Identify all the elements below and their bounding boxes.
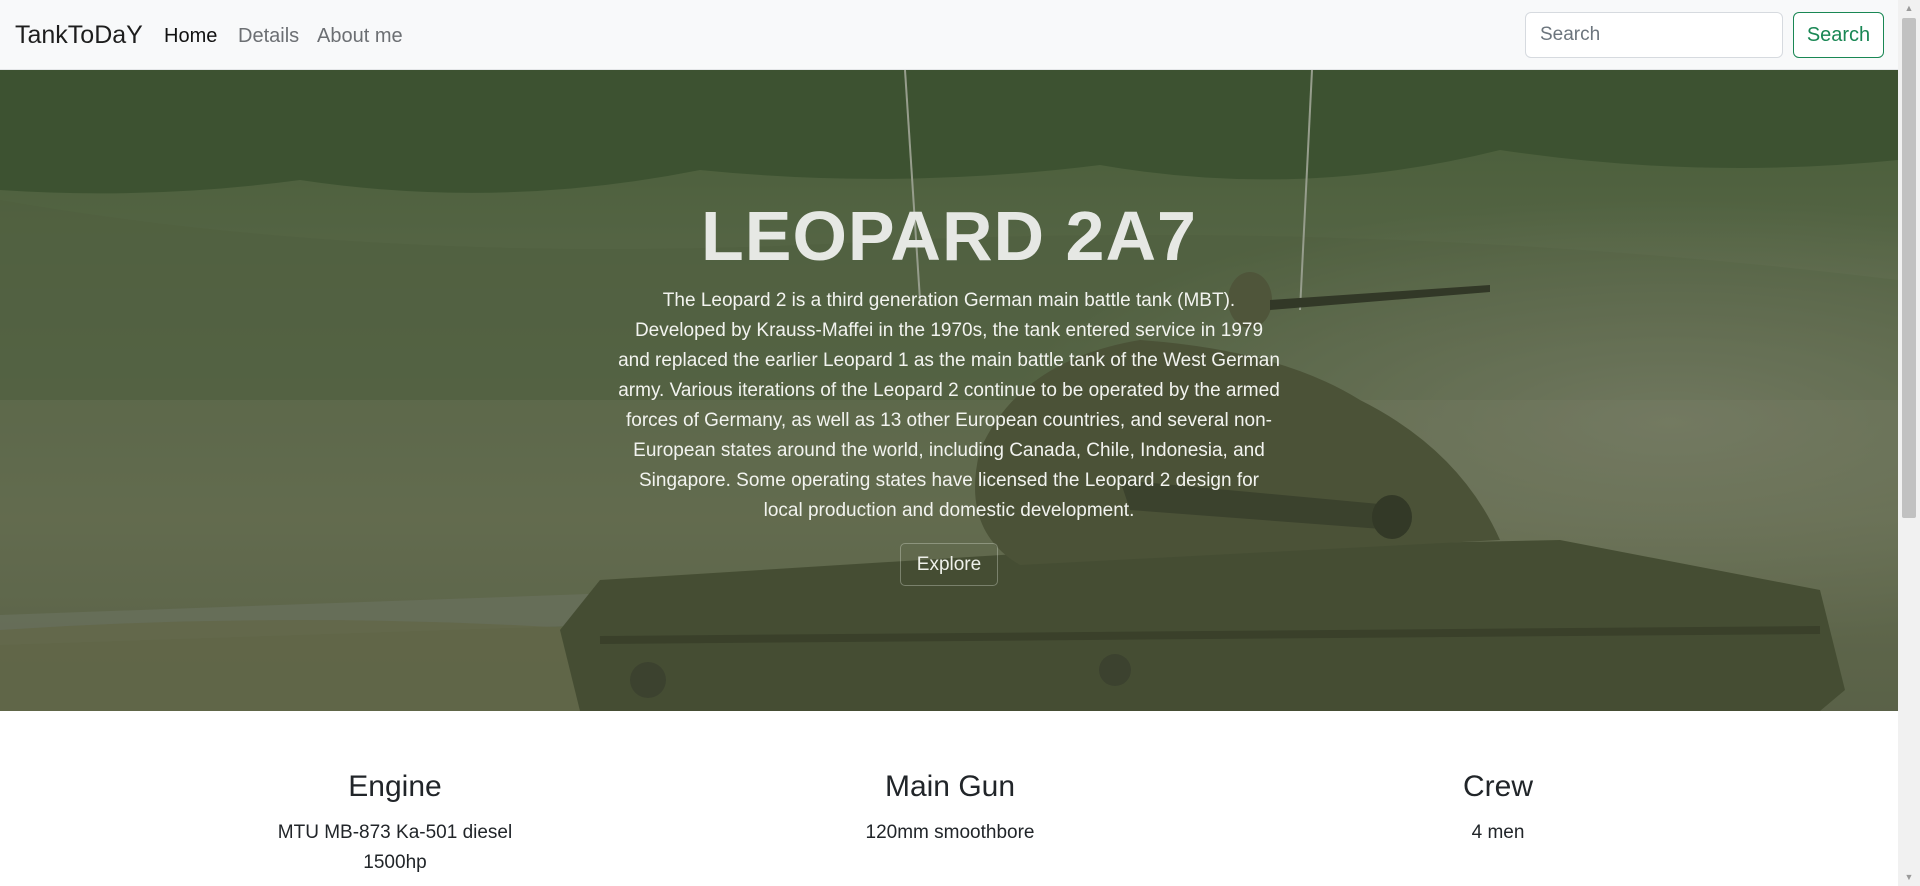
feature-value: 120mm smoothbore: [865, 822, 1035, 843]
feature-title: Crew: [1462, 770, 1533, 803]
feature-crew: Crew 4 men: [1248, 770, 1748, 848]
triangle-up-icon[interactable]: ▲: [1898, 0, 1920, 17]
nav-link-details[interactable]: Details: [238, 25, 299, 48]
feature-value: 4 men: [1471, 822, 1525, 843]
search-input[interactable]: [1525, 12, 1783, 58]
search-button[interactable]: Search: [1793, 12, 1884, 58]
feature-value: MTU MB-873 Ka-501 diesel 1500hp: [277, 822, 513, 873]
feature-title: Engine: [348, 770, 442, 803]
nav-link-home[interactable]: Home: [164, 25, 217, 48]
hero-section: LEOPARD 2A7 The Leopard 2 is a third gen…: [0, 70, 1898, 711]
triangle-down-icon[interactable]: ▼: [1898, 869, 1920, 886]
explore-button[interactable]: Explore: [900, 543, 998, 586]
hero-title: LEOPARD 2A7: [701, 197, 1197, 275]
feature-main-gun: Main Gun 120mm smoothbore: [700, 770, 1200, 848]
hero-description: The Leopard 2 is a third generation Germ…: [618, 290, 1280, 521]
page-scrollbar[interactable]: ▲ ▼: [1898, 0, 1920, 886]
feature-title: Main Gun: [884, 770, 1016, 803]
navbar: TankToDaY Home Details About me Search: [0, 0, 1898, 70]
feature-engine: Engine MTU MB-873 Ka-501 diesel 1500hp: [145, 770, 645, 878]
scrollbar-thumb[interactable]: [1902, 18, 1916, 518]
brand-logo[interactable]: TankToDaY: [15, 21, 143, 50]
nav-link-about-me[interactable]: About me: [317, 25, 403, 48]
